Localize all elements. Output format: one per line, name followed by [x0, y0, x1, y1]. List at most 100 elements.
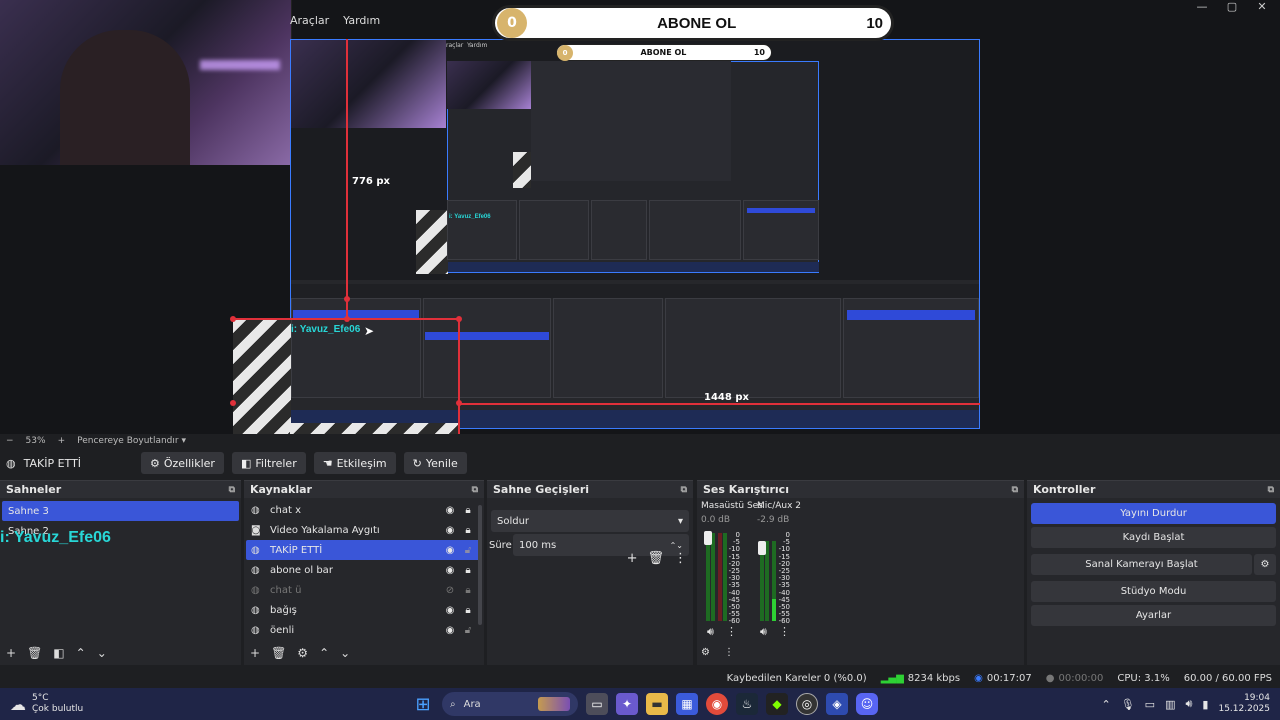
- undock-icon[interactable]: ⧉: [229, 485, 235, 495]
- studio-mode-button[interactable]: Stüdyo Modu: [1031, 581, 1276, 602]
- transition-select[interactable]: Soldur ▾: [491, 510, 689, 532]
- more-icon[interactable]: ⋮: [674, 551, 687, 566]
- unlock-icon[interactable]: 🔓︎: [459, 545, 477, 556]
- eye-icon[interactable]: ◉: [441, 625, 459, 636]
- eye-icon[interactable]: ◉: [441, 505, 459, 516]
- stop-stream-button[interactable]: Yayını Durdur: [1031, 503, 1276, 524]
- teams-icon[interactable]: ✦: [616, 693, 638, 715]
- menu-tools[interactable]: Araçlar: [290, 14, 329, 27]
- speaker-icon[interactable]: 🔊︎: [760, 625, 767, 639]
- volume-slider-handle[interactable]: [704, 531, 712, 545]
- eye-icon[interactable]: ◉: [441, 605, 459, 616]
- lock-icon[interactable]: 🔒︎: [459, 505, 477, 516]
- more-icon[interactable]: ⋮: [724, 647, 734, 658]
- trash-icon[interactable]: 🗑: [27, 646, 42, 660]
- app-icon[interactable]: ◈: [826, 693, 848, 715]
- zoom-mode[interactable]: Pencereye Boyutlandır ▾: [77, 436, 186, 446]
- more-icon[interactable]: ⋮: [726, 625, 737, 639]
- move-down-icon[interactable]: ⌄: [340, 646, 350, 660]
- add-icon[interactable]: +: [627, 551, 638, 566]
- filters-button[interactable]: ◧ Filtreler: [231, 452, 306, 474]
- zoom-out-button[interactable]: −: [6, 436, 14, 446]
- lock-icon[interactable]: 🔒︎: [459, 565, 477, 576]
- resize-handle[interactable]: [456, 316, 462, 322]
- display-icon[interactable]: ▭: [1145, 698, 1155, 711]
- lock-icon[interactable]: 🔒︎: [459, 585, 477, 596]
- start-recording-button[interactable]: Kaydı Başlat: [1031, 527, 1276, 548]
- channel-name: Masaüstü Ses: [701, 501, 763, 511]
- undock-icon[interactable]: ⧉: [1268, 485, 1274, 495]
- resize-handle[interactable]: [456, 400, 462, 406]
- filter-icon[interactable]: ◧: [53, 646, 64, 660]
- start-virtual-camera-button[interactable]: Sanal Kamerayı Başlat: [1031, 554, 1252, 575]
- menu-help[interactable]: Yardım: [343, 14, 380, 27]
- interact-button[interactable]: ☚ Etkileşim: [313, 452, 396, 474]
- source-item[interactable]: ◍ abone ol bar ◉ 🔒︎: [246, 560, 482, 580]
- source-item[interactable]: ◙ Video Yakalama Aygıtı ◉ 🔒︎: [246, 520, 482, 540]
- taskbar-apps: ⊞ ⌕ Ara ▭ ✦ ▬ ▦ ◉ ♨ ◆ ◎ ◈ ☺: [408, 692, 882, 716]
- source-item[interactable]: ◍ TAKİP ETTİ ◉ 🔓︎: [246, 540, 482, 560]
- advanced-audio-icon[interactable]: ⚙: [701, 647, 710, 658]
- trash-icon[interactable]: 🗑: [271, 646, 286, 660]
- lock-icon[interactable]: 🔒︎: [459, 525, 477, 536]
- globe-icon: ◍: [251, 584, 260, 596]
- taskbar-search[interactable]: ⌕ Ara: [442, 692, 578, 716]
- resize-handle[interactable]: [344, 316, 350, 322]
- undock-icon[interactable]: ⧉: [681, 485, 687, 495]
- source-item[interactable]: ◍ chat x ◉ 🔒︎: [246, 500, 482, 520]
- windows-start-icon[interactable]: ⊞: [412, 693, 434, 715]
- add-icon[interactable]: +: [6, 646, 16, 660]
- undock-icon[interactable]: ⧉: [1012, 485, 1018, 495]
- preview-area[interactable]: Araçlar Yardım — ▢ ✕ raçlar Yardım i: Ya…: [0, 0, 1280, 434]
- obs-icon[interactable]: ◎: [796, 693, 818, 715]
- zoom-in-button[interactable]: +: [58, 436, 66, 446]
- properties-button[interactable]: ⚙ Özellikler: [141, 452, 224, 474]
- eye-icon[interactable]: ◉: [441, 545, 459, 556]
- lock-icon[interactable]: 🔒︎: [459, 605, 477, 616]
- chrome-icon[interactable]: ◉: [706, 693, 728, 715]
- settings-button[interactable]: Ayarlar: [1031, 605, 1276, 626]
- resize-handle[interactable]: [230, 316, 236, 322]
- file-explorer-icon[interactable]: ▬: [646, 693, 668, 715]
- volume-icon[interactable]: 🔊︎: [1185, 697, 1192, 711]
- steam-icon[interactable]: ♨: [736, 693, 758, 715]
- trash-icon[interactable]: 🗑: [647, 551, 664, 566]
- volume-slider-handle[interactable]: [758, 541, 766, 555]
- virtual-camera-settings-button[interactable]: ⚙: [1254, 554, 1276, 575]
- discord-icon[interactable]: ☺: [856, 693, 878, 715]
- resize-handle[interactable]: [230, 400, 236, 406]
- unlock-icon[interactable]: 🔓︎: [459, 625, 477, 636]
- source-item[interactable]: ◍ chat ü ⊘ 🔒︎: [246, 580, 482, 600]
- microphone-icon[interactable]: 🎙︎: [1121, 698, 1135, 711]
- speaker-icon[interactable]: 🔊︎: [707, 625, 714, 639]
- move-up-icon[interactable]: ⌃: [319, 646, 329, 660]
- maximize-button[interactable]: ▢: [1218, 0, 1246, 14]
- more-icon[interactable]: ⋮: [779, 625, 790, 639]
- refresh-button[interactable]: ↻ Yenile: [403, 452, 467, 474]
- eye-icon[interactable]: ◉: [441, 525, 459, 536]
- battery-icon[interactable]: ▮: [1202, 698, 1208, 711]
- undock-icon[interactable]: ⧉: [472, 485, 478, 495]
- zoom-bar: − 53% + Pencereye Boyutlandır ▾: [0, 434, 1280, 448]
- add-icon[interactable]: +: [250, 646, 260, 660]
- weather-widget[interactable]: ☁ 5°C Çok bulutlu: [10, 693, 150, 715]
- source-item[interactable]: ◍ bağış ◉ 🔒︎: [246, 600, 482, 620]
- resize-handle[interactable]: [344, 296, 350, 302]
- source-item[interactable]: ◍ öenli ◉ 🔓︎: [246, 620, 482, 640]
- sources-scrollbar[interactable]: [478, 505, 482, 625]
- chevron-up-icon[interactable]: ⌃: [1101, 698, 1110, 711]
- store-icon[interactable]: ▦: [676, 693, 698, 715]
- network-icon[interactable]: ▥: [1165, 698, 1175, 711]
- move-up-icon[interactable]: ⌃: [76, 646, 86, 660]
- close-button[interactable]: ✕: [1248, 0, 1276, 14]
- nvidia-icon[interactable]: ◆: [766, 693, 788, 715]
- program-canvas[interactable]: raçlar Yardım i: Yavuz_Efe06 i: Yavuz_Ef…: [290, 39, 980, 429]
- eye-icon[interactable]: ◉: [441, 565, 459, 576]
- gear-icon[interactable]: ⚙: [297, 646, 308, 660]
- task-view-icon[interactable]: ▭: [586, 693, 608, 715]
- eye-hidden-icon[interactable]: ⊘: [441, 585, 459, 596]
- minimize-button[interactable]: —: [1188, 0, 1216, 14]
- scene-item[interactable]: Sahne 3: [2, 501, 239, 521]
- move-down-icon[interactable]: ⌄: [97, 646, 107, 660]
- clock[interactable]: 19:04 15.12.2025: [1218, 693, 1270, 715]
